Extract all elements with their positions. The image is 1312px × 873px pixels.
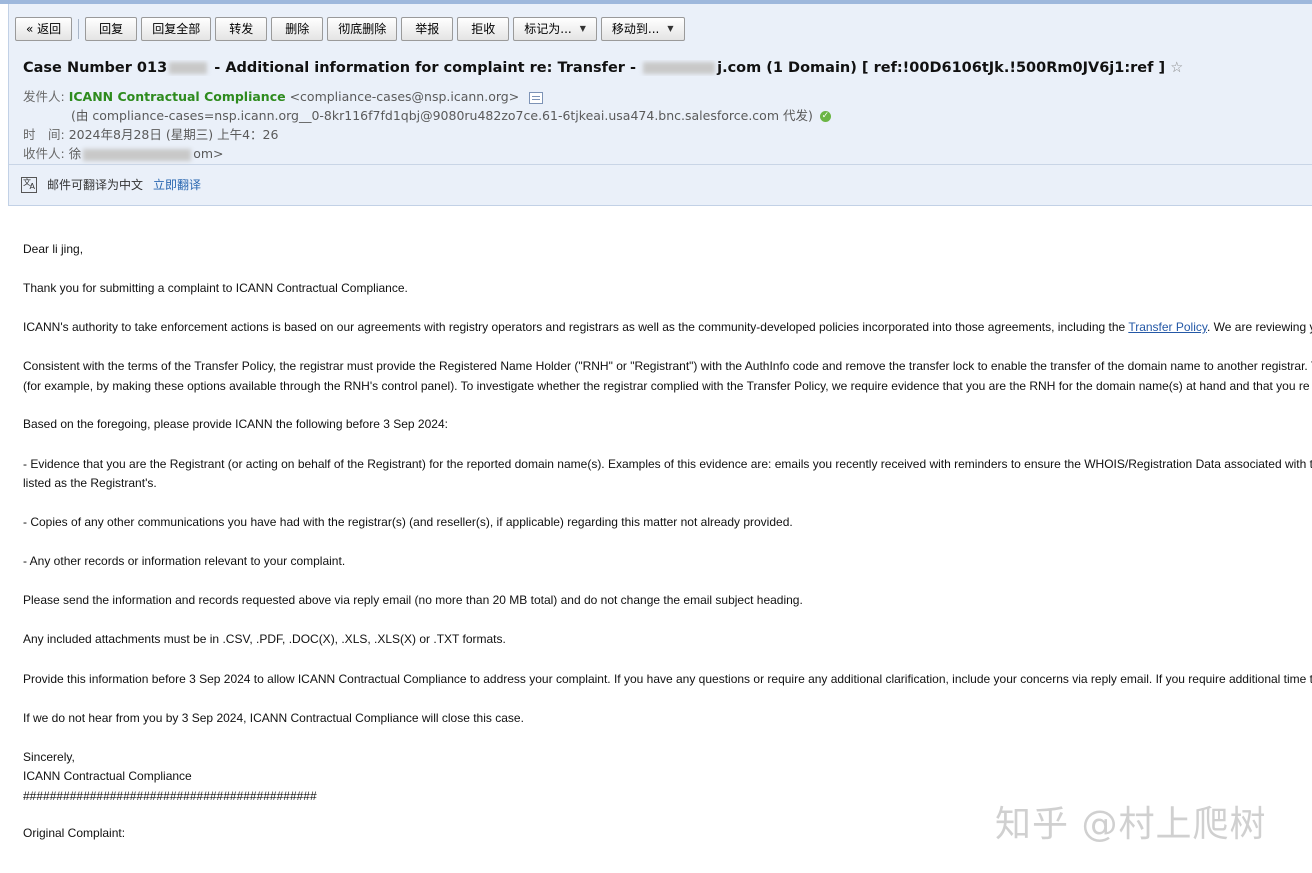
paragraph-6: - Copies of any other communications you… xyxy=(23,515,793,529)
paragraph-10: Provide this information before 3 Sep 20… xyxy=(23,672,1312,686)
translate-now-link[interactable]: 立即翻译 xyxy=(153,176,201,193)
translate-bar: 文 A 邮件可翻译为中文 立即翻译 xyxy=(21,176,201,193)
to-label: 收件人: xyxy=(23,146,65,161)
paragraph-5-line-2: listed as the Registrant's. xyxy=(23,476,157,490)
subject-part-3: j.com (1 Domain) [ ref:!00D6106tJk.!500R… xyxy=(717,60,1166,76)
signature: ICANN Contractual Compliance xyxy=(23,769,192,783)
via-row: (由 compliance-cases=nsp.icann.org__0-8kr… xyxy=(71,105,831,124)
redacted-mask xyxy=(83,148,192,161)
recipient-start: 徐 xyxy=(68,146,82,161)
caret-down-icon: ▼ xyxy=(579,23,586,33)
paragraph-3-line-2: (for example, by making these options av… xyxy=(23,379,1310,393)
reply-all-button[interactable]: 回复全部 xyxy=(141,16,212,41)
paragraph-2-end: . We are reviewing y xyxy=(1207,320,1312,334)
email-header: « 返回 回复 回复全部 转发 删除 彻底删除 举报 拒收 标记为... ▼ 移… xyxy=(8,4,1312,206)
paragraph-3-line-1: Consistent with the terms of the Transfe… xyxy=(23,359,1312,373)
email-body: Dear li jing, Thank you for submitting a… xyxy=(23,210,1312,873)
greeting: Dear li jing, xyxy=(23,242,84,256)
sender-name[interactable]: ICANN Contractual Compliance xyxy=(69,89,286,104)
redacted-mask xyxy=(643,62,716,74)
watermark: 知乎 @村上爬树 xyxy=(995,804,1267,845)
toolbar-separator xyxy=(78,18,80,39)
mark-as-label: 标记为... xyxy=(524,21,572,36)
sent-via: (由 compliance-cases=nsp.icann.org__0-8kr… xyxy=(71,108,813,123)
contact-card-icon[interactable] xyxy=(529,91,544,104)
mark-as-dropdown[interactable]: 标记为... ▼ xyxy=(513,16,597,41)
translate-text: 邮件可翻译为中文 xyxy=(47,178,144,192)
header-divider xyxy=(9,164,1312,165)
delete-button[interactable]: 删除 xyxy=(271,16,324,41)
paragraph-9: Any included attachments must be in .CSV… xyxy=(23,632,506,646)
paragraph-4: Based on the foregoing, please provide I… xyxy=(23,417,448,431)
move-to-dropdown[interactable]: 移动到... ▼ xyxy=(600,16,685,41)
reply-button[interactable]: 回复 xyxy=(85,16,138,41)
paragraph-5-line-1: - Evidence that you are the Registrant (… xyxy=(23,457,1312,471)
caret-down-icon: ▼ xyxy=(667,23,674,33)
to-row: 收件人: 徐 om> xyxy=(23,143,224,162)
subject-part-2: - Additional information for complaint r… xyxy=(214,60,637,76)
original-complaint-label: Original Complaint: xyxy=(23,826,126,840)
star-icon[interactable]: ☆ xyxy=(1170,60,1183,76)
back-button[interactable]: « 返回 xyxy=(15,16,73,41)
paragraph-11: If we do not hear from you by 3 Sep 2024… xyxy=(23,711,524,725)
delete-permanently-button[interactable]: 彻底删除 xyxy=(327,16,398,41)
recipient-end: om> xyxy=(193,146,224,161)
subject-part-1: Case Number 013 xyxy=(23,60,168,76)
paragraph-8: Please send the information and records … xyxy=(23,593,803,607)
from-label: 发件人: xyxy=(23,89,65,104)
time-label: 时 间: xyxy=(23,127,65,142)
email-subject: Case Number 013 - Additional information… xyxy=(23,60,1312,76)
from-row: 发件人: ICANN Contractual Compliance <compl… xyxy=(23,86,544,105)
paragraph-1: Thank you for submitting a complaint to … xyxy=(23,281,408,295)
closing: Sincerely, xyxy=(23,750,75,764)
move-to-label: 移动到... xyxy=(611,21,660,36)
toolbar: « 返回 回复 回复全部 转发 删除 彻底删除 举报 拒收 标记为... ▼ 移… xyxy=(15,16,689,41)
verified-icon: ✓ xyxy=(819,111,831,122)
transfer-policy-link[interactable]: Transfer Policy xyxy=(1128,320,1207,334)
forward-button[interactable]: 转发 xyxy=(215,16,268,41)
translate-icon: 文 A xyxy=(21,176,37,193)
report-button[interactable]: 举报 xyxy=(401,16,454,41)
sender-address: <compliance-cases@nsp.icann.org> xyxy=(289,89,520,104)
time-row: 时 间: 2024年8月28日 (星期三) 上午4：26 xyxy=(23,124,278,143)
redacted-mask xyxy=(169,62,208,74)
paragraph-2: ICANN's authority to take enforcement ac… xyxy=(23,320,1312,334)
paragraph-2-start: ICANN's authority to take enforcement ac… xyxy=(23,320,1129,334)
paragraph-7: - Any other records or information relev… xyxy=(23,554,346,568)
time-value: 2024年8月28日 (星期三) 上午4：26 xyxy=(68,127,279,142)
separator-hashes: ########################################… xyxy=(23,789,317,803)
reject-button[interactable]: 拒收 xyxy=(457,16,510,41)
